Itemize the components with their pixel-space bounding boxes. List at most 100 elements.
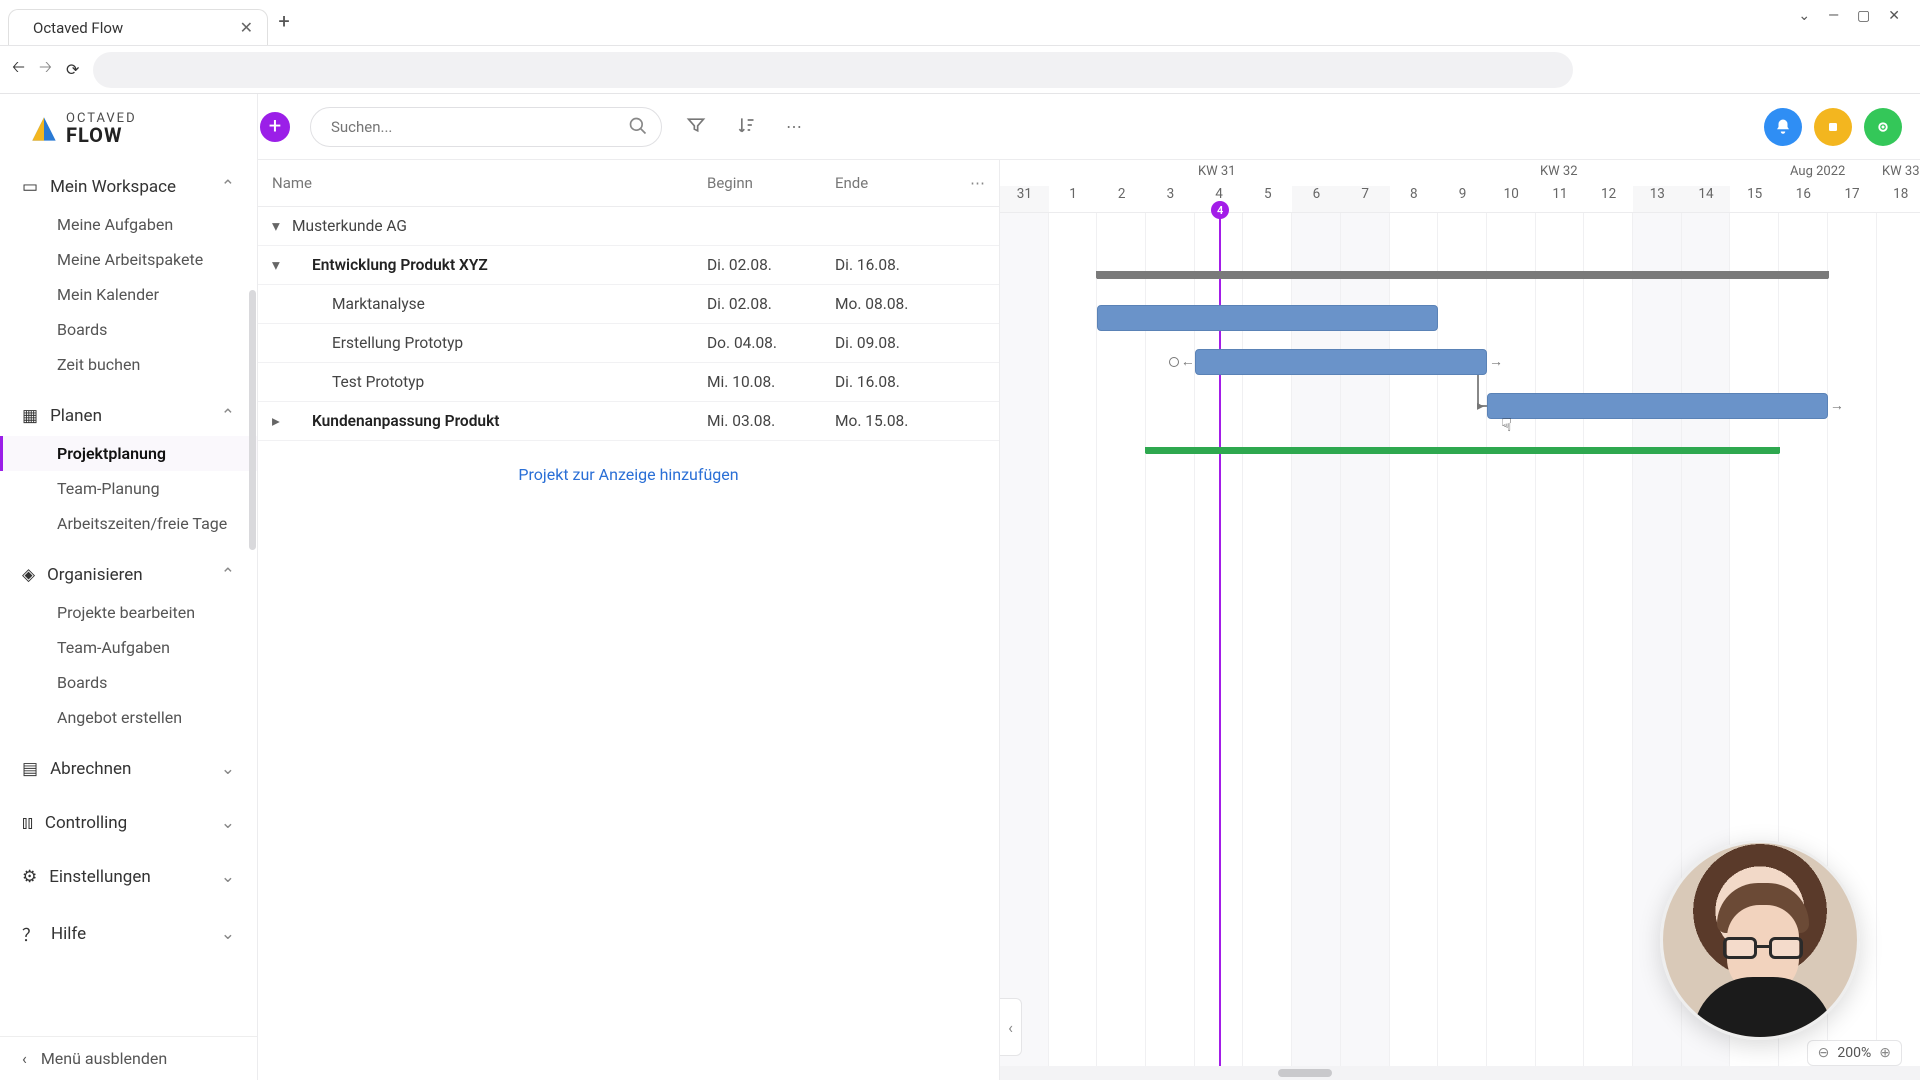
task-begin: Di. 02.08.	[707, 256, 835, 274]
window-close-icon[interactable]: ✕	[1888, 8, 1900, 24]
nav-item-meine-arbeitspakete[interactable]: Meine Arbeitspakete	[0, 242, 257, 277]
gantt-bar[interactable]	[1146, 447, 1779, 454]
task-row[interactable]: Test PrototypMi. 10.08.Di. 16.08.	[258, 363, 999, 402]
expand-caret-icon[interactable]: ▾	[272, 217, 292, 235]
profile-button[interactable]	[1864, 108, 1902, 146]
nav-item-meine-aufgaben[interactable]: Meine Aufgaben	[0, 207, 257, 242]
nav-item-zeit-buchen[interactable]: Zeit buchen	[0, 347, 257, 382]
task-name: Erstellung Prototyp	[292, 334, 707, 352]
gantt-bar[interactable]	[1097, 305, 1438, 331]
new-tab-button[interactable]: +	[268, 9, 300, 37]
col-header-end[interactable]: Ende	[835, 174, 985, 192]
chevron-down-icon: ⌄	[221, 867, 235, 887]
gantt-header: KW 31KW 32Aug 2022KW 33 3112345678910111…	[1000, 160, 1920, 213]
zoom-in-icon[interactable]: ⊕	[1879, 1045, 1891, 1061]
gantt-bar[interactable]	[1487, 393, 1828, 419]
nav-item-projektplanung[interactable]: Projektplanung	[0, 436, 257, 471]
day-cell[interactable]: 31	[1000, 186, 1049, 212]
sidebar-collapse-button[interactable]: ‹ Menü ausblenden	[0, 1036, 257, 1080]
task-row[interactable]: MarktanalyseDi. 02.08.Mo. 08.08.	[258, 285, 999, 324]
nav-item-team-planung[interactable]: Team-Planung	[0, 471, 257, 506]
nav-forward-icon[interactable]: 🡢	[39, 56, 52, 83]
search-icon[interactable]	[628, 116, 648, 140]
filter-icon[interactable]	[680, 109, 712, 145]
day-cell[interactable]: 16	[1779, 186, 1828, 212]
day-cell[interactable]: 11	[1536, 186, 1585, 212]
column-options-icon[interactable]: ⋯	[970, 174, 985, 192]
day-cell[interactable]: 7	[1341, 186, 1390, 212]
task-row[interactable]: Erstellung PrototypDo. 04.08.Di. 09.08.	[258, 324, 999, 363]
day-cell[interactable]: 1	[1049, 186, 1098, 212]
nav-item-angebot-erstellen[interactable]: Angebot erstellen	[0, 700, 257, 735]
task-row[interactable]: ▾Musterkunde AG	[258, 207, 999, 246]
dependency-handle-icon[interactable]	[1169, 357, 1179, 367]
day-cell[interactable]: 3	[1146, 186, 1195, 212]
more-icon[interactable]: ⋯	[780, 111, 808, 142]
nav-item-boards[interactable]: Boards	[0, 312, 257, 347]
gantt-bar[interactable]	[1097, 271, 1828, 279]
day-cell[interactable]: 12	[1584, 186, 1633, 212]
nav-section-workspace[interactable]: ▭ Mein Workspace ⌃	[0, 167, 257, 207]
timer-button[interactable]	[1814, 108, 1852, 146]
zoom-out-icon[interactable]: ⊖	[1818, 1045, 1830, 1061]
nav-item-projekte-bearbeiten[interactable]: Projekte bearbeiten	[0, 595, 257, 630]
cursor-icon: ☟	[1501, 415, 1512, 436]
task-begin: Do. 04.08.	[707, 334, 835, 352]
search-input[interactable]	[310, 107, 662, 147]
browser-tab-strip: Octaved Flow ✕ + ⌄ ― ▢ ✕	[0, 0, 1920, 46]
collapse-label: Menü ausblenden	[41, 1049, 167, 1068]
nav-reload-icon[interactable]: ⟳	[66, 60, 79, 79]
sort-icon[interactable]	[730, 109, 762, 145]
nav-section-controlling[interactable]: ⫾⫾ Controlling ⌄	[0, 803, 257, 843]
add-button[interactable]: +	[258, 110, 292, 144]
notifications-button[interactable]	[1764, 108, 1802, 146]
tab-dropdown-icon[interactable]: ⌄	[1798, 8, 1810, 24]
gantt-horizontal-scrollbar[interactable]	[1000, 1066, 1920, 1080]
task-end: Mo. 15.08.	[835, 412, 985, 430]
nav-item-boards-2[interactable]: Boards	[0, 665, 257, 700]
day-cell[interactable]: 2	[1097, 186, 1146, 212]
nav-label: Controlling	[45, 813, 127, 833]
day-cell[interactable]: 13	[1633, 186, 1682, 212]
task-row[interactable]: ▾Entwicklung Produkt XYZDi. 02.08.Di. 16…	[258, 246, 999, 285]
nav-item-team-aufgaben[interactable]: Team-Aufgaben	[0, 630, 257, 665]
support-avatar[interactable]	[1660, 840, 1860, 1040]
window-maximize-icon[interactable]: ▢	[1857, 8, 1870, 24]
browser-tab[interactable]: Octaved Flow ✕	[8, 9, 268, 45]
col-header-begin[interactable]: Beginn	[707, 174, 835, 192]
sidebar-scrollbar[interactable]	[249, 290, 256, 550]
arrow-right-icon: →	[1830, 397, 1844, 414]
day-cell[interactable]: 10	[1487, 186, 1536, 212]
nav-section-einstellungen[interactable]: ⚙ Einstellungen ⌄	[0, 857, 257, 897]
expand-caret-icon[interactable]: ▸	[272, 412, 292, 430]
day-cell[interactable]: 5	[1243, 186, 1292, 212]
day-cell[interactable]: 14	[1682, 186, 1731, 212]
nav-item-mein-kalender[interactable]: Mein Kalender	[0, 277, 257, 312]
task-row[interactable]: ▸Kundenanpassung ProduktMi. 03.08.Mo. 15…	[258, 402, 999, 441]
nav-back-icon[interactable]: 🡠	[12, 56, 25, 83]
nav-item-arbeitszeiten[interactable]: Arbeitszeiten/freie Tage	[0, 506, 257, 541]
nav-section-abrechnen[interactable]: ▤ Abrechnen ⌄	[0, 749, 257, 789]
day-cell[interactable]: 8	[1390, 186, 1439, 212]
app-logo: OCTAVED FLOW	[0, 112, 257, 167]
day-cell[interactable]: 9	[1438, 186, 1487, 212]
expand-caret-icon[interactable]: ▾	[272, 256, 292, 274]
tab-close-icon[interactable]: ✕	[240, 18, 253, 37]
add-project-link[interactable]: Projekt zur Anzeige hinzufügen	[258, 441, 999, 508]
day-cell[interactable]: 6	[1292, 186, 1341, 212]
window-minimize-icon[interactable]: ―	[1828, 8, 1839, 24]
day-cell[interactable]: 15	[1730, 186, 1779, 212]
workspace-icon: ▭	[22, 177, 38, 197]
gantt-bar[interactable]	[1195, 349, 1487, 375]
task-name: Test Prototyp	[292, 373, 707, 391]
chevron-down-icon: ⌄	[221, 924, 235, 944]
nav-section-planen[interactable]: ▦ Planen ⌃	[0, 396, 257, 436]
col-header-name[interactable]: Name	[272, 174, 707, 192]
address-bar[interactable]	[93, 52, 1573, 88]
day-cell[interactable]: 17	[1828, 186, 1877, 212]
day-cell[interactable]: 18	[1876, 186, 1920, 212]
chevron-left-icon: ‹	[22, 1049, 27, 1068]
nav-section-organisieren[interactable]: ◈ Organisieren ⌃	[0, 555, 257, 595]
pane-collapse-handle[interactable]: ‹	[1000, 998, 1022, 1056]
nav-section-hilfe[interactable]: ？ Hilfe ⌄	[0, 911, 257, 956]
